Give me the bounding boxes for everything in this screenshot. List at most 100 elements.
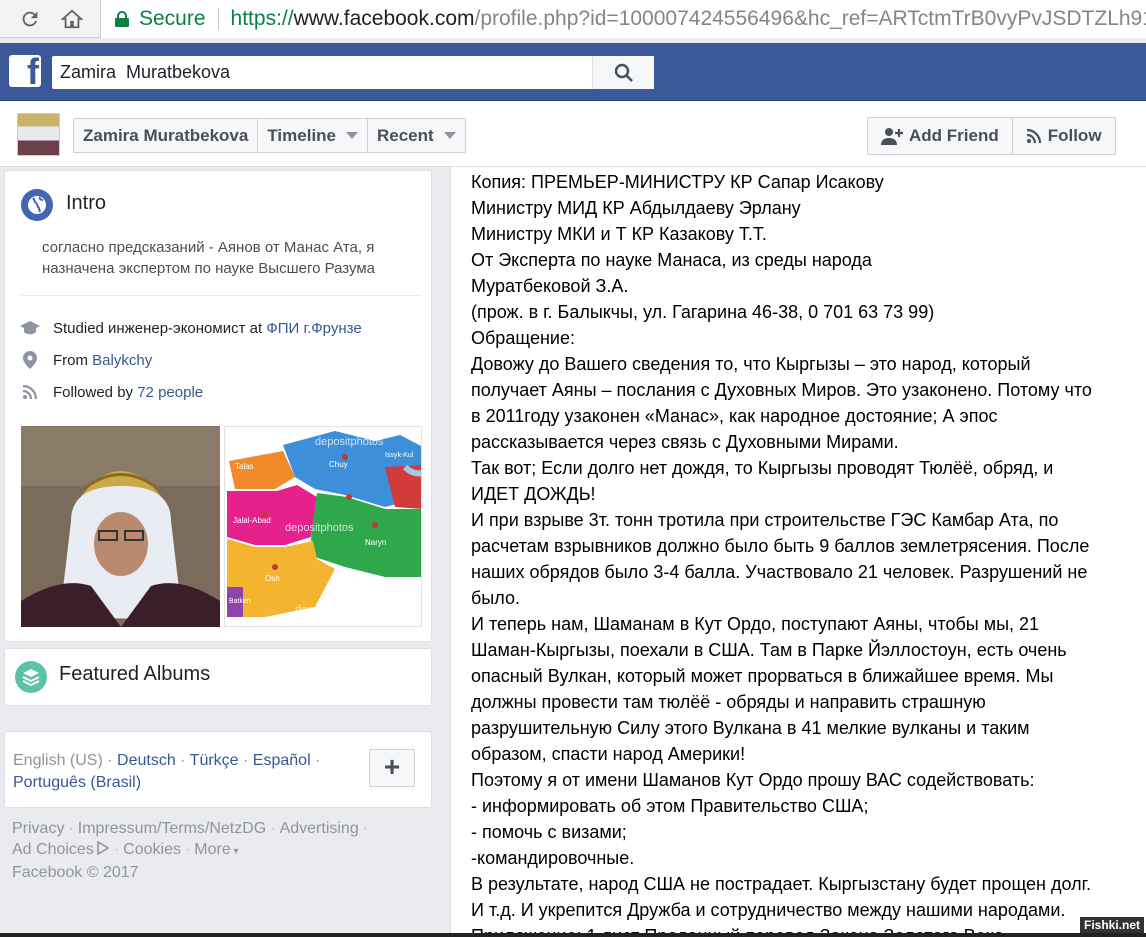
- post-line: получает Аяны – послания с Духовных Миро…: [471, 380, 1092, 400]
- more-link[interactable]: More: [194, 841, 230, 858]
- copyright: Facebook © 2017: [12, 864, 139, 881]
- language-current: English (US): [13, 752, 103, 769]
- bottom-edge: [0, 933, 1146, 937]
- search-button[interactable]: [592, 56, 654, 89]
- graduation-cap-icon: [19, 318, 41, 338]
- featured-albums-title: Featured Albums: [59, 663, 211, 685]
- add-friend-button[interactable]: Add Friend: [868, 118, 1012, 154]
- studied-row: Studied инженер-экономист at ФПИ г.Фрунз…: [19, 318, 362, 338]
- rss-icon: [19, 382, 41, 402]
- lock-icon: [115, 11, 129, 27]
- add-language-button[interactable]: +: [369, 749, 415, 787]
- search-input[interactable]: Zamira Muratbekova: [52, 56, 592, 89]
- post-line: в 2011году узаконен «Манас», как народно…: [471, 406, 998, 426]
- site-watermark: Fishki.net: [1080, 917, 1145, 933]
- map-label: Batken: [229, 598, 251, 605]
- post-line: Довожу до Вашего сведения то, что Кыргыз…: [471, 354, 1031, 374]
- from-row: From Balykchy: [19, 350, 152, 370]
- post-line: Обращение:: [471, 328, 575, 348]
- post-line: было.: [471, 588, 520, 608]
- map-photo-thumbnail[interactable]: Talas Chuy Issyk-Kul Jalal-Abad Naryn Os…: [224, 426, 422, 627]
- studied-text: Studied инженер-экономист at: [53, 319, 267, 337]
- map-label: Naryn: [365, 538, 386, 547]
- post-line: -командировочные.: [471, 848, 635, 868]
- post-line: должны провести там тюлёё - обряды и нап…: [471, 692, 986, 712]
- facebook-logo-icon[interactable]: f: [9, 55, 41, 87]
- post-line: Копия: ПРЕМЬЕР-МИНИСТРУ КР Сапар Исакову: [471, 172, 884, 192]
- timeline-dropdown[interactable]: Timeline: [258, 119, 368, 152]
- reload-icon[interactable]: [12, 1, 48, 37]
- post-line: (прож. в г. Балыкчы, ул. Гагарина 46-38,…: [471, 302, 935, 322]
- recent-dropdown[interactable]: Recent: [368, 119, 465, 152]
- url-scheme: https://: [230, 7, 294, 30]
- layers-icon: [15, 661, 47, 693]
- followers-row: Followed by 72 people: [19, 382, 203, 402]
- follow-button[interactable]: Follow: [1011, 118, 1115, 154]
- from-text: From: [53, 351, 93, 369]
- map-watermark: depositphotos: [285, 522, 354, 534]
- post-line: разрушительную Силу этого Вулкана в 41 м…: [471, 718, 1030, 738]
- post-line: ИДЕТ ДОЖДЬ!: [471, 484, 596, 504]
- add-friend-label: Add Friend: [909, 126, 999, 145]
- language-link[interactable]: Türkçe: [190, 752, 239, 769]
- map-label: Jalal-Abad: [233, 516, 271, 525]
- chevron-down-icon: [443, 132, 456, 139]
- profile-photo-thumbnail[interactable]: [21, 426, 220, 627]
- language-link[interactable]: Deutsch: [117, 752, 176, 769]
- post-line: Муратбековой З.А.: [471, 276, 629, 296]
- timeline-label: Timeline: [267, 126, 336, 145]
- address-bar[interactable]: Secure https://www.facebook.com/profile.…: [100, 0, 1146, 38]
- map-label: Talas: [235, 462, 254, 471]
- language-link[interactable]: Español: [253, 752, 311, 769]
- ad-choices-icon: [97, 840, 110, 856]
- rss-icon: [1026, 128, 1041, 144]
- post-line: Поэтому я от имени Шаманов Кут Ордо прош…: [471, 770, 1035, 790]
- language-list: English (US) · Deutsch · Türkçe · Españo…: [13, 752, 321, 791]
- map-label: Issyk-Kul: [385, 452, 414, 459]
- post-line: опасный Вулкан, который может прорваться…: [471, 666, 1054, 686]
- search-box[interactable]: Zamira Muratbekova: [52, 56, 654, 89]
- url-host: www.facebook.com: [293, 7, 475, 30]
- profile-name-link[interactable]: Zamira Muratbekova: [74, 119, 259, 152]
- followed-text: Followed by: [53, 383, 138, 401]
- post-line: И при взрыве 3т. тонн тротила при строит…: [471, 510, 1059, 530]
- school-link[interactable]: ФПИ г.Фрунзе: [266, 320, 361, 337]
- post-line: От Эксперта по науке Манаса, из среды на…: [471, 250, 872, 270]
- intro-title: Intro: [66, 192, 107, 214]
- impressum-link[interactable]: Impressum/Terms/NetzDG: [78, 820, 266, 837]
- followers-link[interactable]: 72 people: [137, 384, 203, 401]
- recent-label: Recent: [377, 126, 434, 145]
- language-card: English (US) · Deutsch · Türkçe · Españo…: [4, 731, 432, 808]
- search-icon: [614, 63, 633, 82]
- post-line: наших обрядов было 3-4 балла. Участвовал…: [471, 562, 1088, 582]
- post-line: - помочь с визами;: [471, 822, 627, 842]
- location-pin-icon: [19, 350, 41, 370]
- map-label: Osh: [265, 574, 280, 583]
- language-link[interactable]: Português (Brasil): [13, 774, 141, 791]
- address-separator: [217, 8, 219, 30]
- post-line: Министру МИД КР Абдылдаеву Эрлану: [471, 198, 801, 218]
- intro-card: Intro согласно предсказаний - Аянов от М…: [4, 170, 432, 642]
- map-watermark: depositphotos: [315, 436, 384, 448]
- hometown-link[interactable]: Balykchy: [92, 352, 152, 369]
- page-footer: Privacy · Impressum/Terms/NetzDG · Advertisi…: [12, 820, 369, 881]
- chevron-down-icon: [346, 132, 358, 139]
- post-text: Копия: ПРЕМЬЕР-МИНИСТРУ КР Сапар Исакову…: [471, 169, 1131, 937]
- featured-albums-card[interactable]: Featured Albums: [4, 648, 432, 706]
- map-label: Chuy: [329, 460, 348, 469]
- facebook-top-bar: f Zamira Muratbekova: [0, 43, 1146, 101]
- advertising-link[interactable]: Advertising: [280, 820, 359, 837]
- intro-bio: согласно предсказаний - Аянов от Манас А…: [42, 239, 375, 277]
- secure-label: Secure: [139, 7, 206, 30]
- cookies-link[interactable]: Cookies: [123, 841, 181, 858]
- add-friend-icon: [881, 128, 903, 145]
- home-icon[interactable]: [54, 1, 90, 37]
- profile-nav: Zamira Muratbekova Timeline Recent: [73, 118, 466, 153]
- post-line: Шаман-Кыргызы, поехали в США. Там в Парк…: [471, 640, 1067, 660]
- ad-choices-link[interactable]: Ad Choices: [12, 841, 94, 858]
- privacy-link[interactable]: Privacy: [12, 820, 64, 837]
- post-line: образом, спасти народ Америки!: [471, 744, 746, 764]
- post-line: Министру МКИ и Т КР Казакову Т.Т.: [471, 224, 767, 244]
- avatar[interactable]: [17, 113, 60, 156]
- post-content: Копия: ПРЕМЬЕР-МИНИСТРУ КР Сапар Исакову…: [450, 167, 1146, 937]
